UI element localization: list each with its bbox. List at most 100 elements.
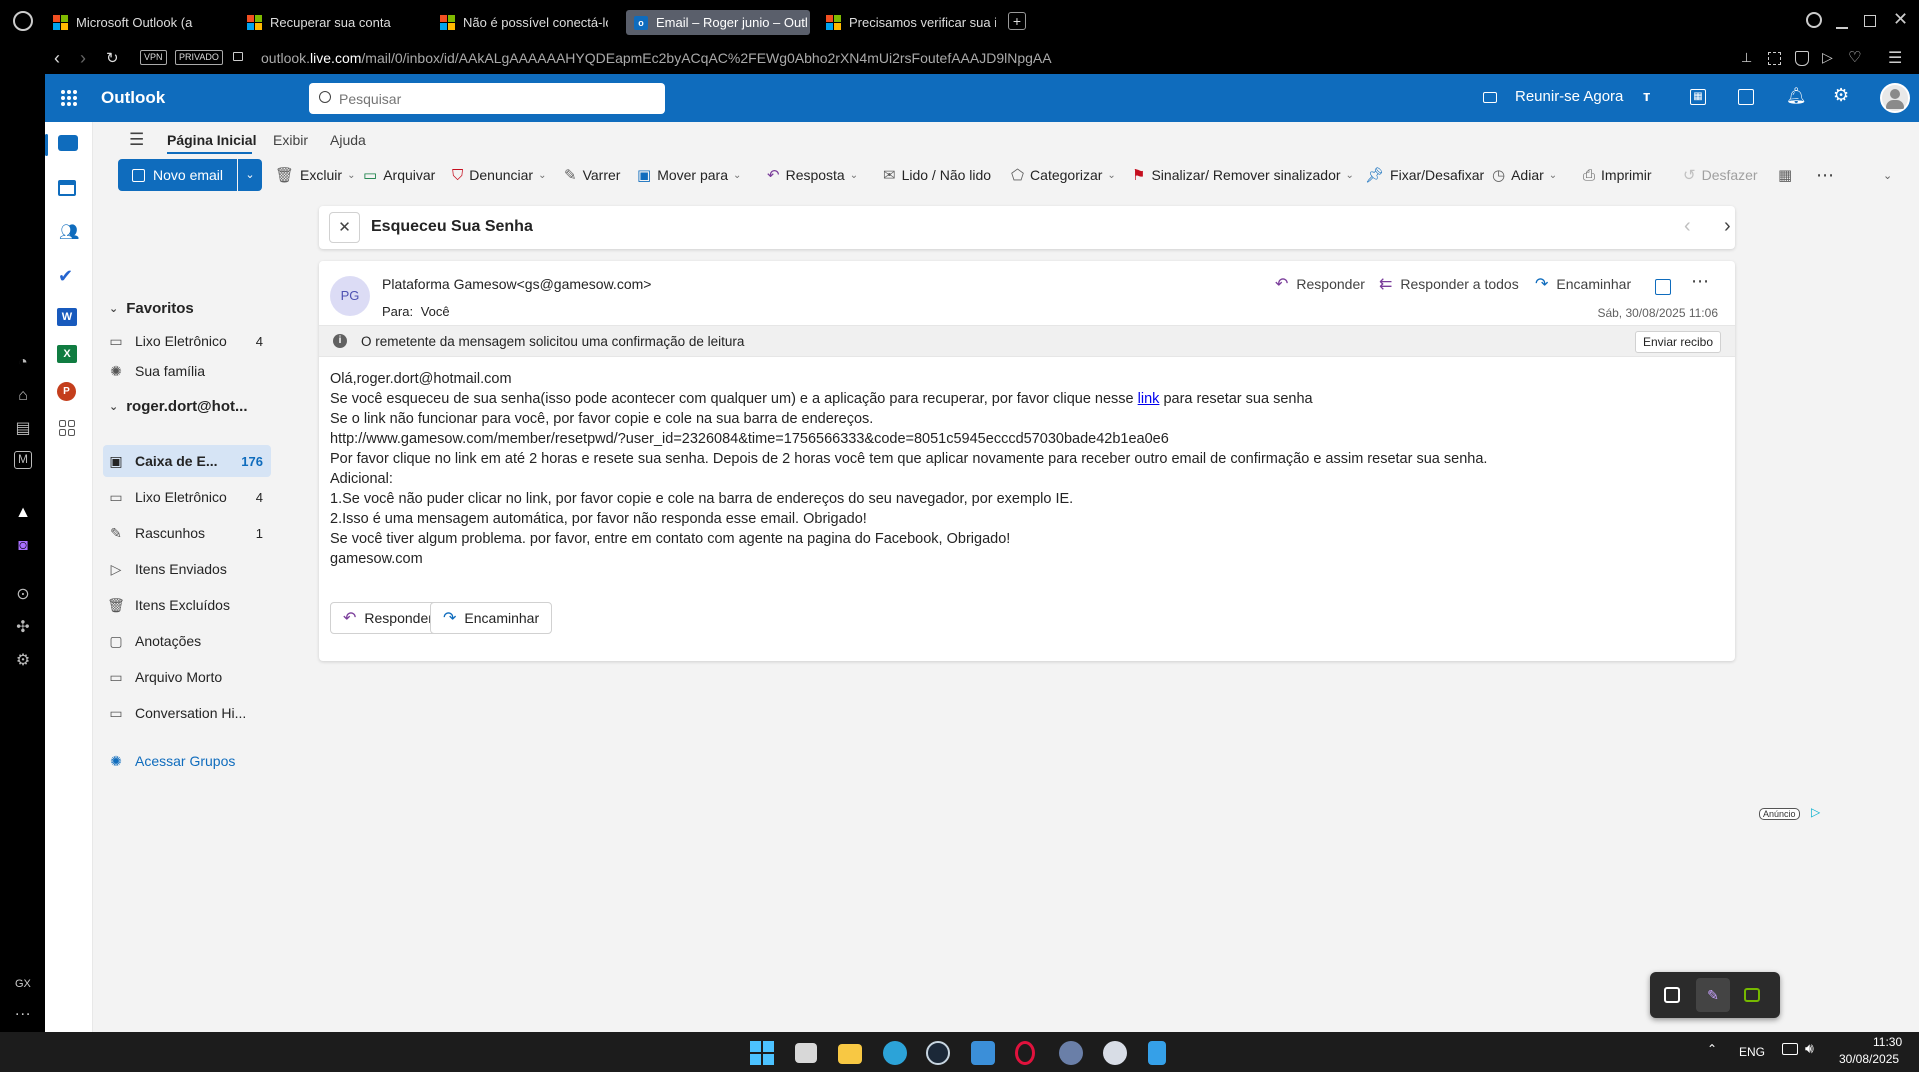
reset-link[interactable]: link [1138, 391, 1160, 407]
vpn-badge[interactable]: VPN [140, 50, 167, 65]
restore-icon[interactable] [1864, 15, 1876, 27]
edge-icon[interactable] [883, 1041, 907, 1065]
folder-deleted[interactable]: 🗑︎ Itens Excluídos [103, 589, 271, 621]
adchoices-icon[interactable]: ▷ [1811, 805, 1820, 819]
folder-archive[interactable]: ▭ Arquivo Morto [103, 661, 271, 693]
word-doc-icon[interactable]: ▦ [1690, 89, 1706, 105]
shopping-icon[interactable]: ⌂ [12, 385, 34, 407]
excel-icon[interactable]: X [57, 345, 77, 363]
browser-tab-3[interactable]: Não é possível conectá-lo [440, 10, 608, 35]
bottom-reply-button[interactable]: ↶ Responder [330, 602, 446, 634]
snooze-button[interactable]: ◷ Adiar ⌄ [1492, 159, 1557, 191]
people-icon[interactable]: 👥︎ [59, 222, 79, 242]
powerpoint-icon[interactable]: P [57, 382, 76, 401]
network-icon[interactable] [1782, 1043, 1798, 1055]
windows-start-icon[interactable] [750, 1041, 774, 1065]
ad-label[interactable]: Anúncio [1759, 808, 1800, 820]
easy-setup-icon[interactable]: ☰ [1888, 48, 1902, 68]
folder-junk[interactable]: ▭ Lixo Eletrônico 4 [103, 481, 271, 513]
folder-conversation-history[interactable]: ▭ Conversation Hi... [103, 697, 271, 729]
browser-tab-1[interactable]: Microsoft Outlook (anterio [53, 10, 193, 35]
minimize-icon[interactable] [1836, 27, 1848, 29]
search-box[interactable] [309, 83, 665, 114]
back-icon[interactable]: ‹ [54, 48, 60, 69]
reload-icon[interactable]: ↻ [106, 49, 119, 67]
more-icon[interactable]: ... [15, 1002, 31, 1020]
extensions-icon[interactable]: ✣ [12, 617, 34, 639]
sweep-button[interactable]: ✎ Varrer [564, 159, 620, 191]
video-camera-icon[interactable] [1483, 92, 1497, 103]
sender-name[interactable]: Plataforma Gamesow<gs@gamesow.com> [382, 276, 651, 292]
bottom-forward-button[interactable]: ↷ Encaminhar [430, 602, 553, 634]
player-icon[interactable]: ▷ [1822, 49, 1833, 66]
search-input[interactable] [339, 88, 649, 109]
nvidia-icon[interactable] [1744, 988, 1760, 1002]
header-reply-all-button[interactable]: ⇇ Responder a todos [1379, 274, 1519, 294]
favorites-header[interactable]: ⌄ Favoritos [109, 300, 194, 317]
news-icon[interactable]: ▤ [12, 418, 34, 440]
bell-icon[interactable]: 🔔︎ [1786, 86, 1806, 106]
sender-avatar[interactable]: PG [330, 276, 370, 316]
pin-button[interactable]: 📌︎ Fixar/Desafixar [1365, 159, 1484, 191]
aria-icon[interactable]: ▲ [12, 502, 34, 524]
close-window-icon[interactable]: ✕ [1893, 9, 1908, 30]
flag-button[interactable]: ⚑ Sinalizar/ Remover sinalizador ⌄ [1132, 159, 1354, 191]
move-to-button[interactable]: ▣ Mover para ⌄ [637, 159, 741, 191]
settings-app-icon[interactable] [1059, 1041, 1083, 1065]
read-unread-button[interactable]: ✉ Lido / Não lido [883, 159, 991, 191]
mail-icon[interactable] [58, 135, 78, 151]
undo-button[interactable]: ↺ Desfazer [1683, 159, 1758, 191]
snapshot-icon[interactable] [1768, 52, 1781, 65]
adblock-icon[interactable] [1795, 51, 1809, 66]
notes-icon[interactable] [1738, 89, 1754, 105]
store-icon[interactable] [971, 1041, 995, 1065]
play-circle-icon[interactable]: ⊙ [12, 584, 34, 606]
more-options-button[interactable]: ⋯ [1816, 159, 1834, 191]
gx-label[interactable]: GX [15, 978, 31, 990]
browser-tab-4-active[interactable]: o Email – Roger junio – Outl [626, 10, 810, 35]
forward-icon[interactable]: › [80, 48, 86, 69]
heart-icon[interactable]: ♡ [1848, 48, 1861, 66]
layout-button[interactable]: ▦ [1778, 159, 1798, 191]
tab-home[interactable]: Página Inicial [167, 132, 256, 148]
app-name[interactable]: Outlook [101, 88, 165, 108]
report-button[interactable]: ⛉ Denunciar ⌄ [452, 159, 546, 191]
categorize-button[interactable]: ⬠ Categorizar ⌄ [1011, 159, 1116, 191]
new-email-button[interactable]: Novo email [118, 159, 237, 191]
avatar[interactable] [1880, 83, 1910, 113]
archive-button[interactable]: ▭ Arquivar [363, 159, 435, 191]
more-apps-icon[interactable] [59, 420, 75, 436]
twitch-icon[interactable]: ◙ [12, 535, 34, 557]
account-header[interactable]: ⌄ roger.dort@hot... [109, 398, 248, 415]
volume-icon[interactable]: 🔊︎ [1805, 1040, 1814, 1057]
tab-view[interactable]: Exibir [273, 132, 308, 148]
file-explorer-icon[interactable] [838, 1044, 862, 1064]
screen-capture-icon[interactable] [1664, 987, 1680, 1003]
language-indicator[interactable]: ENG [1739, 1045, 1765, 1059]
header-reply-button[interactable]: ↶ Responder [1275, 274, 1365, 294]
expand-ribbon-icon[interactable]: ⌄ [1883, 159, 1892, 191]
pin-page-icon[interactable]: ⊥ [1741, 50, 1752, 66]
url-text[interactable]: outlook.live.com/mail/0/inbox/id/AAkALgA… [261, 50, 1052, 66]
folder-notes[interactable]: ▢ Anotações [103, 625, 271, 657]
history-icon[interactable]: ◔ [12, 352, 34, 374]
meet-now-button[interactable]: Reunir-se Agora [1515, 88, 1623, 105]
settings-icon[interactable]: ⚙ [12, 650, 34, 672]
new-tab-button[interactable]: + [1008, 12, 1026, 30]
calendar-icon[interactable] [58, 180, 76, 196]
folder-sent[interactable]: ▷ Itens Enviados [103, 553, 271, 585]
todo-icon[interactable]: ✔ [58, 266, 73, 287]
print-button[interactable]: ⎙ Imprimir [1583, 159, 1652, 191]
steam-icon[interactable] [926, 1041, 950, 1065]
opera-gx-icon[interactable] [1015, 1041, 1035, 1065]
pen-icon[interactable]: ✎ [1696, 978, 1730, 1012]
message-more-icon[interactable]: ⋯ [1691, 271, 1709, 292]
hamburger-icon[interactable]: ☰ [129, 130, 144, 150]
task-view-icon[interactable] [795, 1043, 817, 1063]
search-tabs-icon[interactable] [1806, 12, 1822, 28]
lock-icon[interactable] [233, 52, 243, 61]
next-message-icon[interactable]: › [1724, 215, 1731, 238]
delete-button[interactable]: 🗑︎ Excluir ⌄ [275, 159, 355, 191]
fav-family[interactable]: ✺ Sua família [103, 355, 271, 387]
notepad-icon[interactable] [1148, 1041, 1166, 1065]
